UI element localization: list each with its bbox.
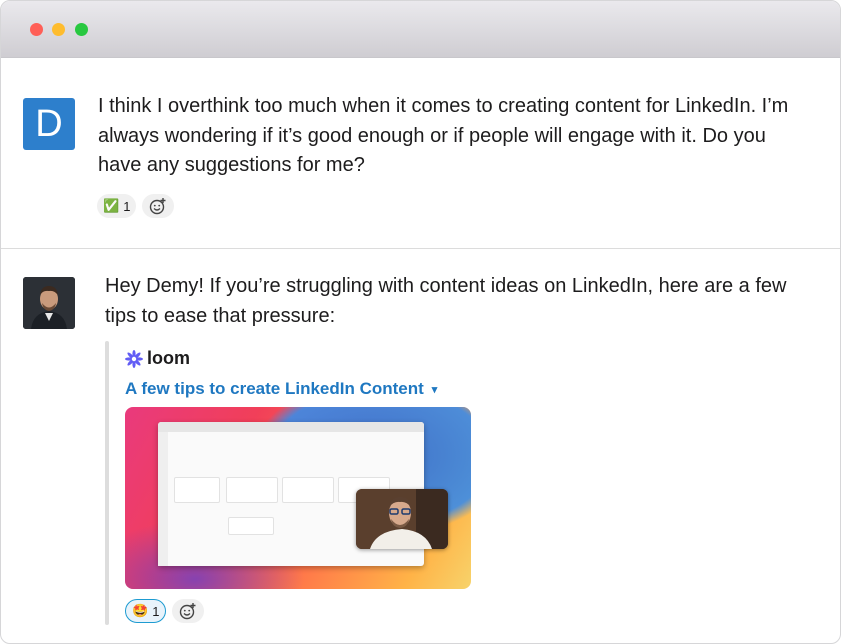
title-bar <box>1 1 840 58</box>
loom-wordmark: loom <box>147 348 190 368</box>
attachment-border <box>105 341 109 625</box>
avatar[interactable]: D <box>23 98 75 150</box>
reaction-count: 1 <box>152 603 160 619</box>
presenter-photo <box>356 489 448 549</box>
preview-title-bar <box>158 422 424 432</box>
person-photo <box>23 277 75 329</box>
video-title-link[interactable]: A few tips to create LinkedIn Content ▾ <box>125 379 437 399</box>
add-reaction-icon <box>180 603 196 620</box>
close-window-button[interactable] <box>30 23 43 36</box>
preview-card <box>226 477 278 503</box>
message-2: Hey Demy! If you’re struggling with cont… <box>1 249 840 643</box>
avatar[interactable] <box>23 277 75 329</box>
preview-card <box>228 517 274 535</box>
reactions: ✅ 1 <box>97 194 175 218</box>
chevron-down-icon[interactable]: ▾ <box>432 383 438 396</box>
video-title[interactable]: A few tips to create LinkedIn Content <box>125 379 424 399</box>
maximize-window-button[interactable] <box>75 23 88 36</box>
reaction-count: 1 <box>123 198 131 214</box>
loom-logo: loom <box>125 348 190 369</box>
star-struck-emoji-icon: 🤩 <box>132 603 149 618</box>
reactions: 🤩 1 <box>125 599 205 623</box>
add-reaction-button[interactable] <box>142 194 175 218</box>
preview-card <box>282 477 334 503</box>
add-reaction-icon <box>150 198 166 215</box>
message-1: D I think I overthink too much when it c… <box>1 58 840 249</box>
check-emoji-icon: ✅ <box>103 198 120 213</box>
add-reaction-button[interactable] <box>172 599 205 623</box>
reaction-star-struck[interactable]: 🤩 1 <box>125 599 167 623</box>
preview-card <box>174 477 220 503</box>
webcam-bubble <box>356 489 448 549</box>
loom-icon <box>125 349 143 368</box>
video-thumbnail[interactable] <box>125 407 471 589</box>
minimize-window-button[interactable] <box>52 23 65 36</box>
message-text: I think I overthink too much when it com… <box>98 95 789 176</box>
preview-sidebar <box>158 432 168 566</box>
message-text: Hey Demy! If you’re struggling with cont… <box>105 275 787 327</box>
chat-window: D I think I overthink too much when it c… <box>0 0 841 644</box>
reaction-check[interactable]: ✅ 1 <box>97 194 137 218</box>
